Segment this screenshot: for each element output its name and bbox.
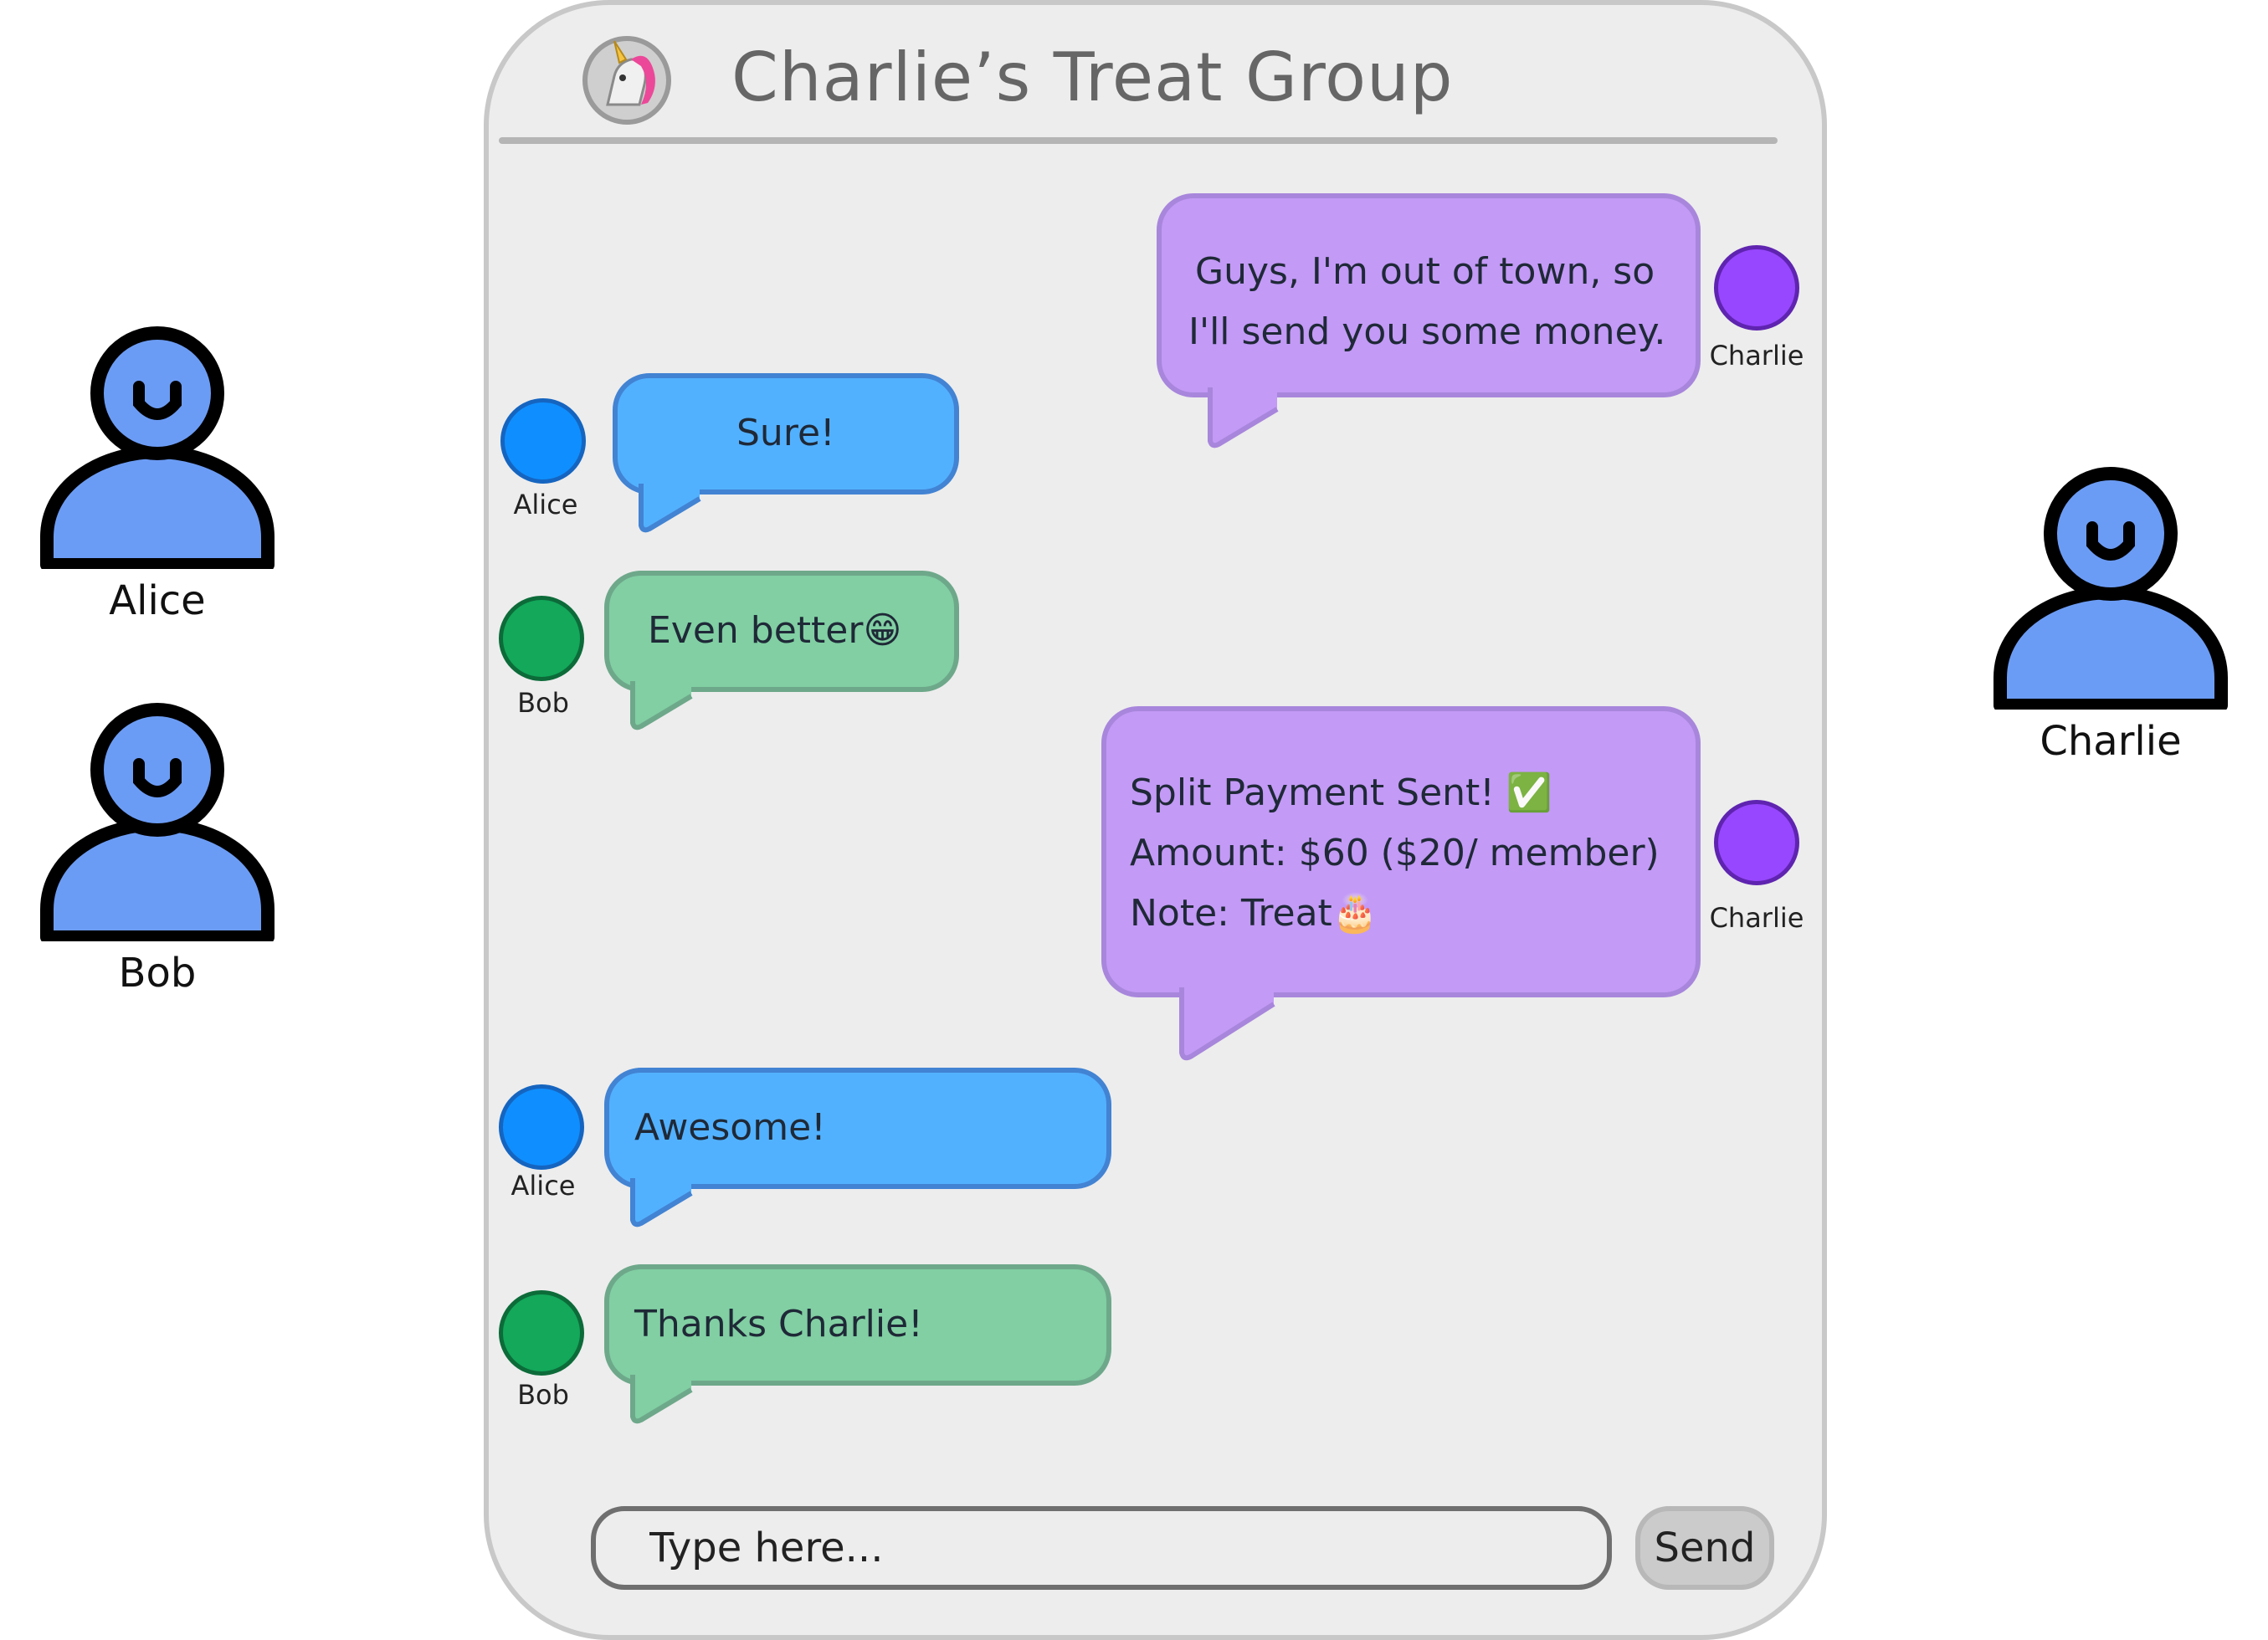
bubble-tail bbox=[630, 679, 693, 730]
avatar-bob bbox=[499, 1290, 584, 1376]
chat-title: Charlie’s Treat Group bbox=[731, 38, 1454, 116]
bubble-tail bbox=[1208, 386, 1279, 448]
person-name: Bob bbox=[118, 950, 197, 997]
message-line: Guys, I'm out of town, so bbox=[1195, 250, 1655, 293]
person-name: Charlie bbox=[2040, 718, 2182, 765]
person-charlie: Charlie bbox=[1977, 459, 2245, 765]
message-line: Amount: $60 ($20/ member) bbox=[1130, 832, 1660, 874]
bubble-tail bbox=[630, 1176, 693, 1227]
avatar-name: Charlie bbox=[1709, 340, 1804, 372]
avatar-name: Bob bbox=[517, 1379, 569, 1411]
message-line: Sure! bbox=[736, 412, 835, 454]
bubble-tail bbox=[630, 1373, 693, 1424]
message-input[interactable] bbox=[591, 1506, 1612, 1590]
avatar-charlie bbox=[1714, 800, 1799, 885]
avatar-alice bbox=[500, 398, 586, 484]
message-line: Note: Treat🎂 bbox=[1130, 892, 1378, 935]
avatar-name: Alice bbox=[513, 489, 578, 520]
avatar-name: Charlie bbox=[1709, 902, 1804, 934]
user-icon bbox=[40, 703, 275, 941]
unicorn-icon bbox=[582, 36, 671, 125]
user-icon bbox=[1993, 467, 2228, 710]
avatar-charlie bbox=[1714, 245, 1799, 331]
bubble-tail bbox=[1179, 986, 1275, 1061]
header-divider bbox=[499, 137, 1778, 144]
send-button[interactable]: Send bbox=[1635, 1506, 1774, 1590]
chat-header: Charlie’s Treat Group bbox=[489, 5, 1822, 147]
bubble-tail bbox=[639, 482, 701, 533]
message-line: Even better😁 bbox=[648, 609, 902, 652]
person-bob: Bob bbox=[23, 699, 291, 997]
avatar-bob bbox=[499, 596, 584, 681]
avatar-name: Bob bbox=[517, 687, 569, 719]
avatar-name: Alice bbox=[511, 1170, 576, 1202]
message-line: Split Payment Sent! ✅ bbox=[1130, 771, 1552, 814]
chat-window: Charlie’s Treat Group Guys, I'm out of t… bbox=[484, 0, 1827, 1640]
message-line: Thanks Charlie! bbox=[634, 1303, 923, 1345]
person-name: Alice bbox=[109, 577, 206, 624]
avatar-alice bbox=[499, 1084, 584, 1170]
message-line: Awesome! bbox=[634, 1106, 826, 1149]
message-line: I'll send you some money. bbox=[1188, 310, 1666, 353]
person-alice: Alice bbox=[23, 318, 291, 624]
user-icon bbox=[40, 326, 275, 569]
